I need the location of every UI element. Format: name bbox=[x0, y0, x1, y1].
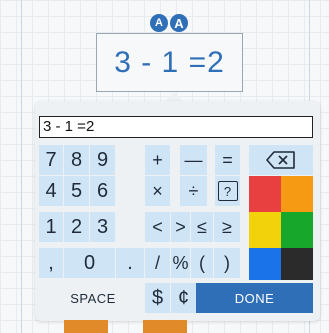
key-comma[interactable]: , bbox=[39, 248, 63, 278]
font-size-toggle[interactable]: A A bbox=[150, 14, 190, 32]
key-dollar[interactable]: $ bbox=[145, 283, 170, 313]
frame-border-left bbox=[21, 0, 22, 333]
key-9[interactable]: 9 bbox=[90, 145, 115, 175]
key-slash[interactable]: / bbox=[145, 248, 170, 278]
color-black-swatch[interactable] bbox=[281, 248, 313, 280]
key-5[interactable]: 5 bbox=[64, 176, 89, 206]
key-open-paren[interactable]: ( bbox=[191, 248, 213, 278]
key-minus[interactable]: — bbox=[180, 145, 207, 175]
key-2[interactable]: 2 bbox=[64, 212, 89, 242]
key-greater-equal[interactable]: ≥ bbox=[214, 212, 240, 242]
key-greater-than[interactable]: > bbox=[171, 212, 190, 242]
orange-block-left bbox=[64, 320, 108, 333]
space-button[interactable]: SPACE bbox=[39, 283, 147, 313]
done-button[interactable]: DONE bbox=[196, 283, 313, 313]
key-8[interactable]: 8 bbox=[64, 145, 89, 175]
color-yellow-swatch[interactable] bbox=[249, 212, 281, 248]
key-close-paren[interactable]: ) bbox=[214, 248, 240, 278]
key-less-than[interactable]: < bbox=[145, 212, 170, 242]
key-multiply[interactable]: × bbox=[145, 176, 170, 206]
key-0[interactable]: 0 bbox=[64, 248, 115, 278]
key-decimal[interactable]: . bbox=[116, 248, 144, 278]
key-less-equal[interactable]: ≤ bbox=[191, 212, 213, 242]
question-mark-icon: ? bbox=[217, 181, 238, 201]
key-6[interactable]: 6 bbox=[90, 176, 115, 206]
key-divide[interactable]: ÷ bbox=[180, 176, 207, 206]
color-red-swatch[interactable] bbox=[249, 176, 281, 212]
color-blue-swatch[interactable] bbox=[249, 248, 281, 280]
backspace-icon bbox=[266, 151, 295, 169]
key-7[interactable]: 7 bbox=[39, 145, 63, 175]
key-1[interactable]: 1 bbox=[39, 212, 63, 242]
expression-box[interactable]: 3 - 1 =2 bbox=[96, 33, 243, 92]
expression-text: 3 - 1 =2 bbox=[114, 45, 225, 79]
color-green-swatch[interactable] bbox=[281, 212, 313, 248]
key-cent[interactable]: ¢ bbox=[171, 283, 196, 313]
expression-input[interactable]: 3 - 1 =2 bbox=[39, 116, 313, 138]
key-equals[interactable]: = bbox=[215, 145, 240, 175]
key-4[interactable]: 4 bbox=[39, 176, 63, 206]
key-plus[interactable]: + bbox=[145, 145, 170, 175]
key-3[interactable]: 3 bbox=[90, 212, 115, 242]
key-unknown[interactable]: ? bbox=[215, 176, 240, 206]
font-size-small-button[interactable]: A bbox=[150, 14, 168, 32]
backspace-button[interactable] bbox=[249, 145, 313, 175]
color-orange-swatch[interactable] bbox=[281, 176, 313, 212]
key-percent[interactable]: % bbox=[171, 248, 190, 278]
font-size-large-button[interactable]: A bbox=[170, 14, 188, 32]
orange-block-right bbox=[143, 320, 187, 333]
